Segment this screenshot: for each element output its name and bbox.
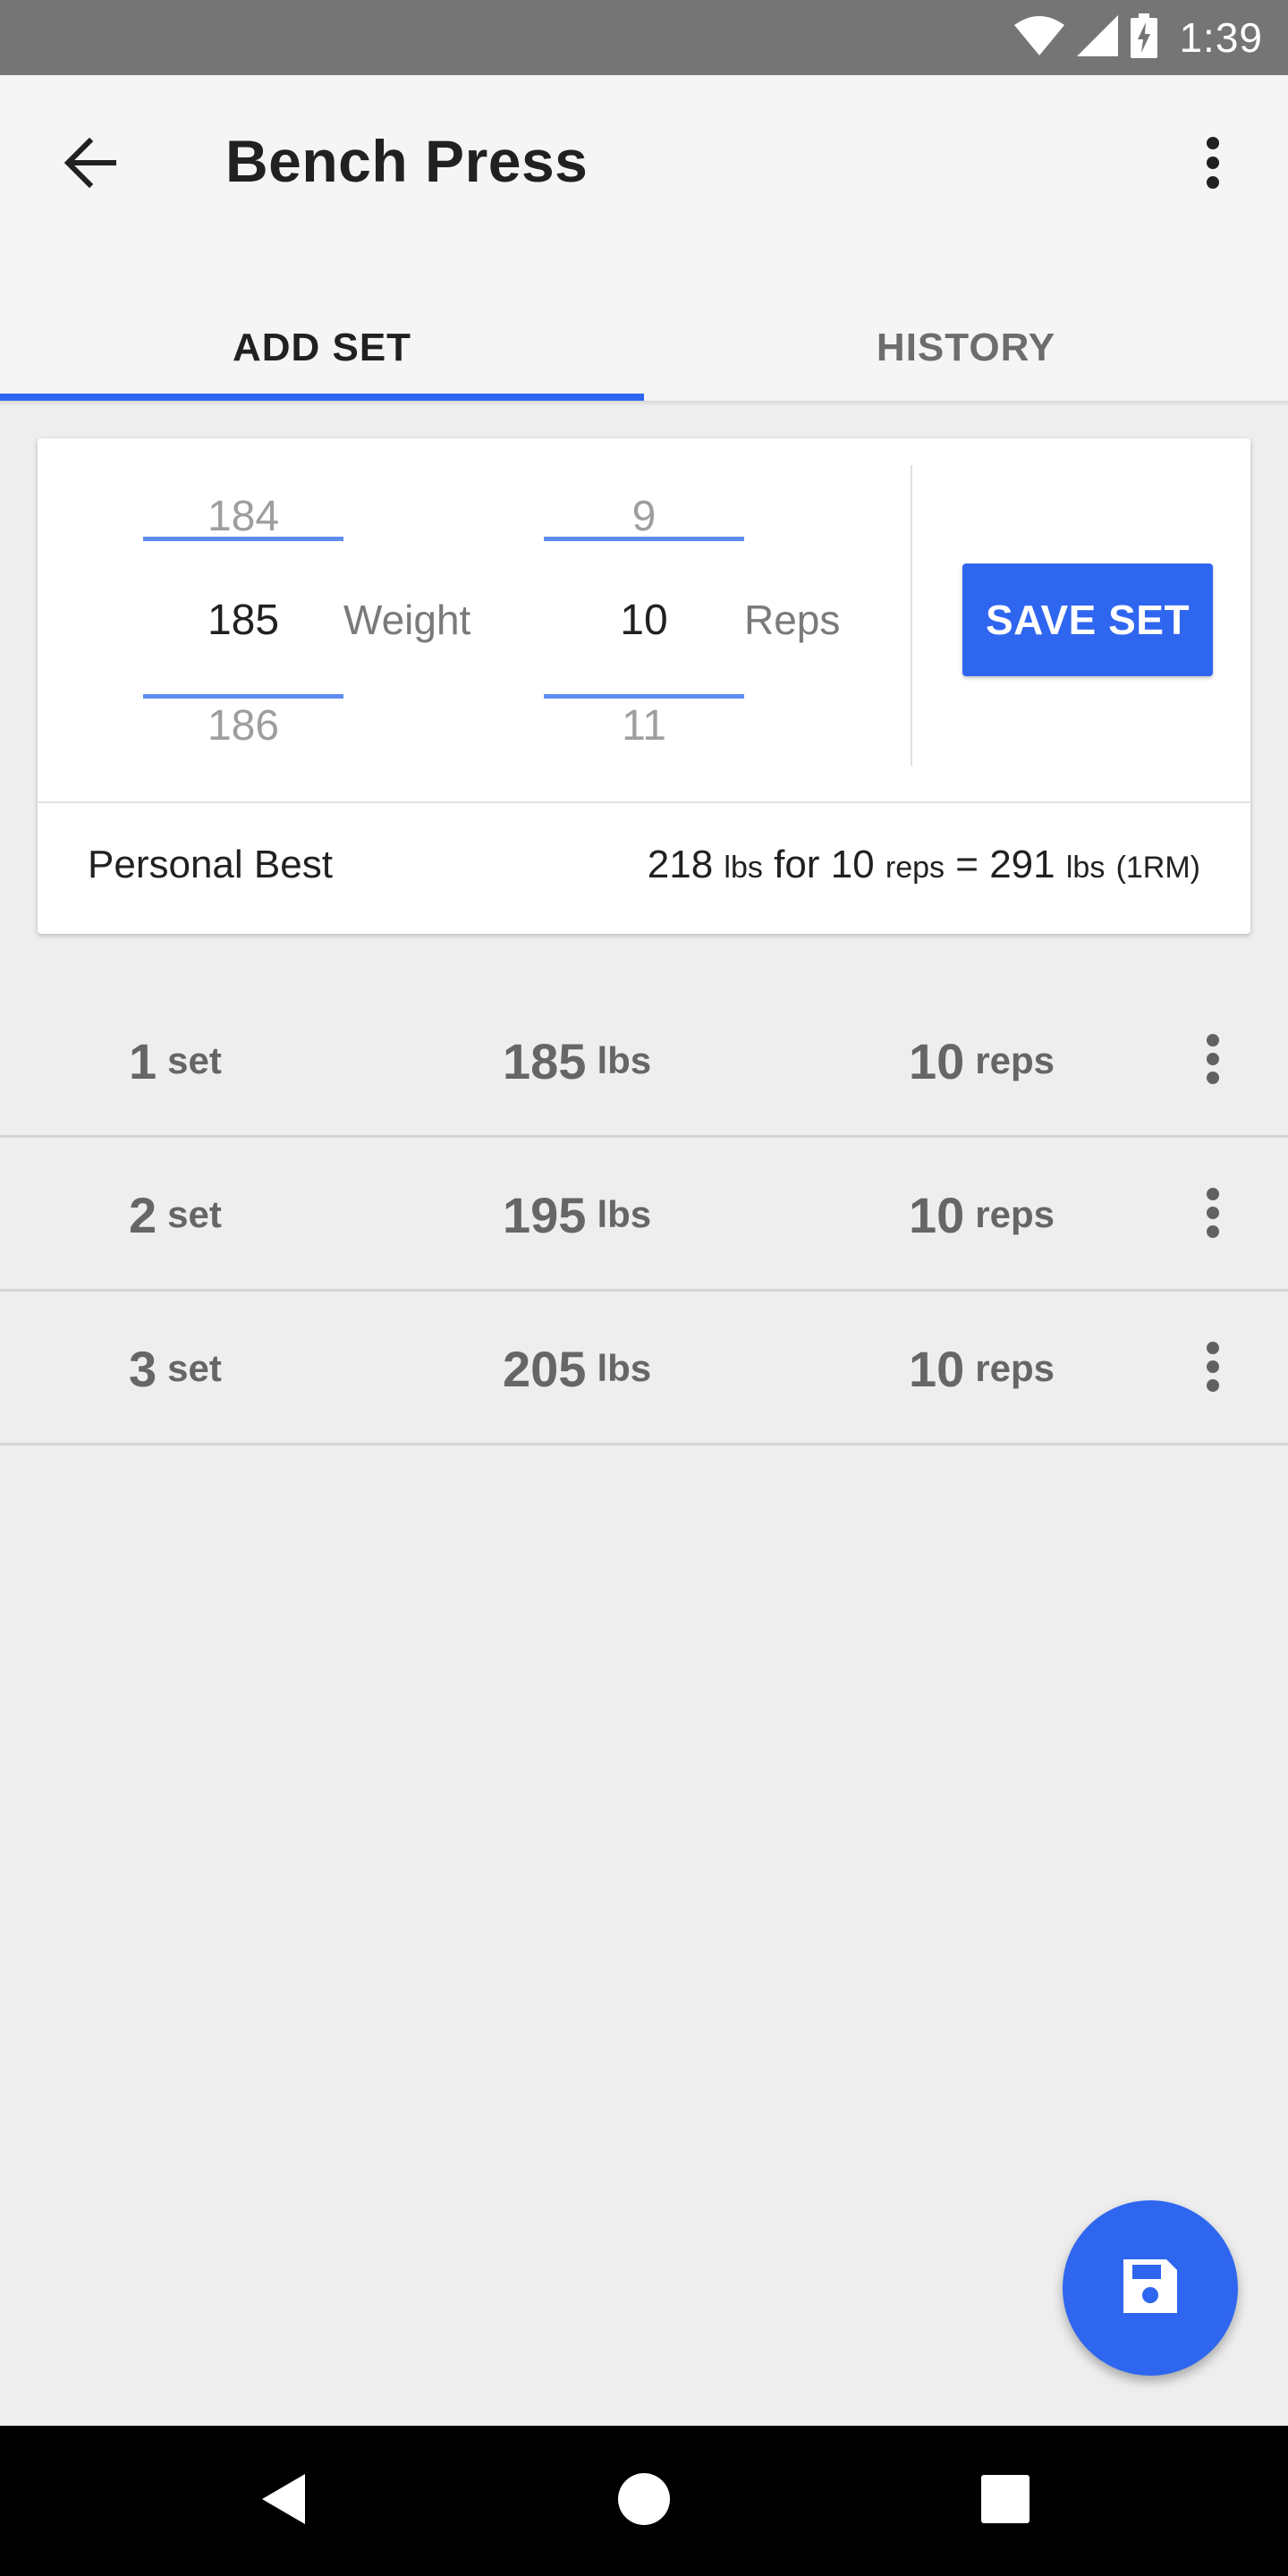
cell-signal-icon <box>1077 14 1119 61</box>
pb-reps: 10 <box>830 843 875 886</box>
set-number: 2 set <box>129 1138 222 1292</box>
nav-home-button[interactable] <box>599 2456 689 2546</box>
weight-picker-top-line <box>143 537 343 541</box>
set-reps: 10 reps <box>909 984 1055 1138</box>
app-bar: Bench Press ADD SET HISTORY <box>0 75 1288 401</box>
set-number: 3 set <box>129 1292 222 1445</box>
picker-area: 184 185 186 Weight 9 10 11 Reps SAVE SET <box>38 438 1250 801</box>
overflow-menu-button[interactable] <box>1170 122 1256 208</box>
battery-charging-icon <box>1131 13 1158 63</box>
set-reps-value: 10 <box>909 1032 965 1089</box>
set-weight-unit: lbs <box>597 1347 652 1389</box>
reps-picker-bottom-line <box>544 694 744 699</box>
pb-weight-unit: lbs <box>724 851 763 885</box>
personal-best-value: 218 lbs for 10 reps = 291 lbs (1RM) <box>648 843 1200 887</box>
more-vert-icon <box>1206 1187 1220 1243</box>
set-row-menu-button[interactable] <box>1177 1326 1249 1411</box>
set-reps-unit: reps <box>975 1193 1055 1235</box>
tab-history[interactable]: HISTORY <box>644 326 1288 401</box>
set-number-unit: set <box>167 1193 222 1235</box>
pb-one-rm-suffix: (1RM) <box>1115 851 1200 885</box>
set-weight-unit: lbs <box>597 1039 652 1081</box>
set-weight-unit: lbs <box>597 1193 652 1235</box>
save-fab[interactable] <box>1063 2200 1238 2376</box>
add-set-card: 184 185 186 Weight 9 10 11 Reps SAVE SET… <box>38 438 1250 934</box>
more-vert-icon <box>1206 136 1220 194</box>
set-number-unit: set <box>167 1039 222 1081</box>
set-number: 1 set <box>129 984 222 1138</box>
back-button[interactable] <box>47 122 132 208</box>
nav-back-icon <box>258 2472 307 2530</box>
status-bar: 1:39 <box>0 0 1288 75</box>
set-row[interactable]: 2 set 195 lbs 10 reps <box>0 1138 1288 1292</box>
set-reps: 10 reps <box>909 1138 1055 1292</box>
tab-history-label: HISTORY <box>876 326 1056 369</box>
set-weight: 205 lbs <box>503 1292 651 1445</box>
weight-current-value[interactable]: 185 <box>143 596 343 645</box>
pb-for: for <box>774 843 820 886</box>
reps-label: Reps <box>744 597 841 643</box>
weight-next-value[interactable]: 186 <box>143 701 343 750</box>
page-title: Bench Press <box>225 128 589 194</box>
nav-home-icon <box>618 2472 670 2529</box>
set-number-value: 2 <box>129 1186 157 1243</box>
reps-picker-top-line <box>544 537 744 541</box>
weight-prev-value[interactable]: 184 <box>143 492 343 541</box>
set-reps-unit: reps <box>975 1347 1055 1389</box>
reps-next-value[interactable]: 11 <box>544 701 744 750</box>
set-weight-value: 205 <box>503 1340 587 1397</box>
pb-one-rm: 291 <box>989 843 1055 886</box>
set-row-menu-button[interactable] <box>1177 1172 1249 1258</box>
status-time: 1:39 <box>1179 14 1263 61</box>
pb-weight: 218 <box>647 843 714 886</box>
pb-equals: = <box>955 843 979 886</box>
reps-prev-value[interactable]: 9 <box>544 492 744 541</box>
pb-reps-unit: reps <box>885 851 945 885</box>
more-vert-icon <box>1206 1033 1220 1089</box>
set-list: 1 set 185 lbs 10 reps 2 set 195 lbs 10 reps <box>0 984 1288 1445</box>
nav-back-button[interactable] <box>238 2456 327 2546</box>
reps-current-value[interactable]: 10 <box>544 596 744 645</box>
tab-add-set[interactable]: ADD SET <box>0 326 644 401</box>
card-divider <box>38 801 1250 803</box>
tab-bar: ADD SET HISTORY <box>0 326 1288 401</box>
nav-recents-button[interactable] <box>961 2456 1050 2546</box>
set-reps-value: 10 <box>909 1340 965 1397</box>
tab-add-set-label: ADD SET <box>232 326 412 369</box>
set-row[interactable]: 1 set 185 lbs 10 reps <box>0 984 1288 1138</box>
set-number-unit: set <box>167 1347 222 1389</box>
pb-one-rm-unit: lbs <box>1065 851 1106 885</box>
set-row[interactable]: 3 set 205 lbs 10 reps <box>0 1292 1288 1445</box>
more-vert-icon <box>1206 1341 1220 1397</box>
set-weight: 185 lbs <box>503 984 651 1138</box>
save-icon <box>1120 2256 1181 2321</box>
set-number-value: 1 <box>129 1032 157 1089</box>
set-number-value: 3 <box>129 1340 157 1397</box>
set-weight-value: 195 <box>503 1186 587 1243</box>
personal-best-label: Personal Best <box>88 843 333 886</box>
vertical-divider <box>911 465 912 766</box>
arrow-back-icon <box>63 137 117 192</box>
wifi-icon <box>1014 15 1065 60</box>
set-reps-unit: reps <box>975 1039 1055 1081</box>
set-weight: 195 lbs <box>503 1138 651 1292</box>
set-weight-value: 185 <box>503 1032 587 1089</box>
weight-label: Weight <box>343 597 471 643</box>
appbar-shadow <box>0 401 1288 406</box>
set-reps-value: 10 <box>909 1186 965 1243</box>
save-set-button[interactable]: SAVE SET <box>962 564 1213 676</box>
set-row-menu-button[interactable] <box>1177 1018 1249 1104</box>
system-nav-bar <box>0 2426 1288 2576</box>
set-reps: 10 reps <box>909 1292 1055 1445</box>
status-icons: 1:39 <box>1014 0 1263 75</box>
weight-picker-bottom-line <box>143 694 343 699</box>
tab-indicator <box>0 394 644 401</box>
nav-recents-icon <box>981 2474 1030 2528</box>
